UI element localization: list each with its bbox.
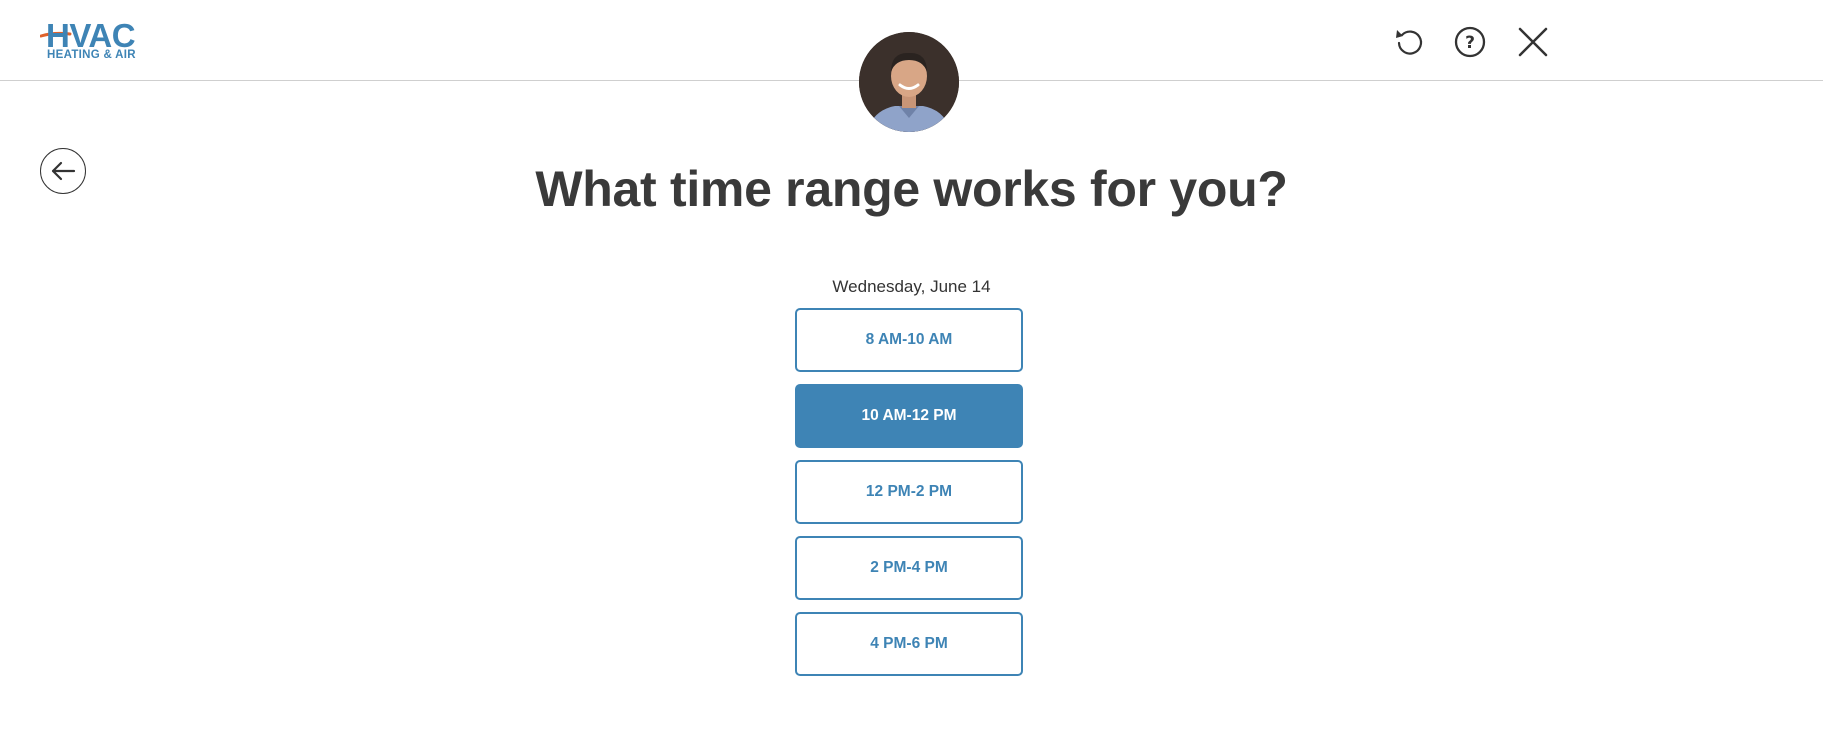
page-title: What time range works for you?	[535, 161, 1288, 217]
refresh-icon	[1396, 30, 1423, 55]
time-slot-button[interactable]: 4 PM-6 PM	[795, 612, 1023, 676]
close-button[interactable]	[1515, 24, 1551, 60]
time-slot-button[interactable]: 2 PM-4 PM	[795, 536, 1023, 600]
close-icon	[1518, 27, 1548, 57]
time-slot-button[interactable]: 8 AM-10 AM	[795, 308, 1023, 372]
logo-subtext: HEATING & AIR	[47, 49, 136, 61]
scheduler-page: HVAC HEATING & AIR ? What time range wor…	[0, 0, 1823, 754]
help-button[interactable]: ?	[1452, 24, 1488, 60]
time-slot-button[interactable]: 10 AM-12 PM	[795, 384, 1023, 448]
help-circle-icon: ?	[1454, 26, 1486, 58]
restart-button[interactable]	[1391, 24, 1427, 60]
avatar-illustration	[859, 32, 959, 132]
date-label: Wednesday, June 14	[832, 277, 991, 296]
technician-avatar	[859, 32, 959, 132]
brand-logo[interactable]: HVAC HEATING & AIR	[40, 18, 150, 64]
svg-text:?: ?	[1465, 33, 1475, 53]
time-slot-list: 8 AM-10 AM 10 AM-12 PM 12 PM-2 PM 2 PM-4 PM…	[795, 308, 1023, 688]
time-slot-button[interactable]: 12 PM-2 PM	[795, 460, 1023, 524]
